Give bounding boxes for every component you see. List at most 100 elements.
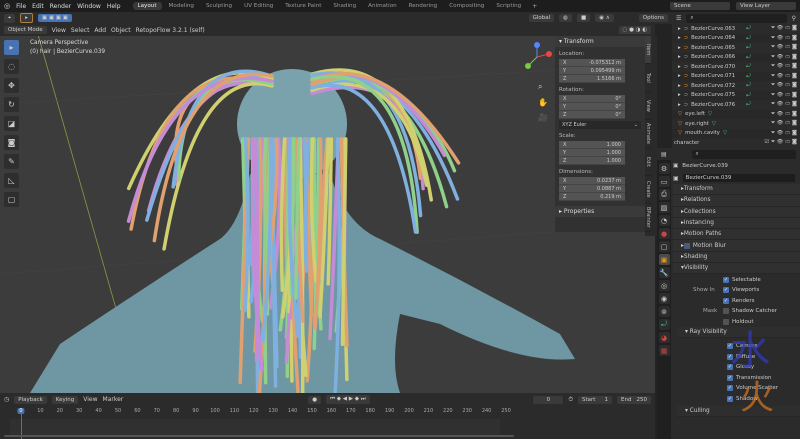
rotation-mode-select[interactable]: XYZ Euler ⌄ bbox=[559, 121, 641, 129]
visibility-icons[interactable]: ⏷ 👁 ▭ ◙ bbox=[771, 73, 797, 80]
particles-tab-icon[interactable]: ◎ bbox=[658, 280, 670, 291]
transform-tool-icon[interactable]: ◙ bbox=[4, 135, 19, 150]
pivot-icon[interactable]: ◍ bbox=[559, 14, 572, 22]
menu-help[interactable]: Help bbox=[107, 3, 121, 10]
menu-add[interactable]: Add bbox=[94, 27, 106, 34]
camera-view-icon[interactable]: 🎥 bbox=[538, 113, 548, 122]
blender-logo-icon[interactable]: ◎ bbox=[4, 2, 10, 10]
outliner-item[interactable]: ▸ ⊃ BezierCurve.065 ⤾ ⏷ 👁 ▭ ◙ bbox=[672, 43, 800, 53]
visibility-icons[interactable]: ⏷ 👁 ▭ ◙ bbox=[771, 35, 797, 42]
tab-animation[interactable]: Animation bbox=[363, 2, 402, 10]
dimensions-z-field[interactable]: Z 0.219 m bbox=[559, 193, 625, 201]
sidebar-tab-animate[interactable]: Animate bbox=[645, 120, 651, 148]
view-layer-selector[interactable]: View Layer bbox=[736, 2, 796, 10]
retopoflow-menu[interactable]: RetopoFlow 3.2.1 (self) bbox=[136, 27, 205, 34]
expand-icon[interactable]: ▸ bbox=[678, 92, 681, 98]
sidebar-tab-create[interactable]: Create bbox=[645, 176, 651, 204]
render-tab-icon[interactable]: ▭ bbox=[658, 176, 670, 187]
select-mode-buttons[interactable]: ▣ ▣ ▣ ▣ bbox=[37, 14, 72, 22]
menu-view[interactable]: View bbox=[52, 27, 66, 34]
material-tab-icon[interactable]: ◕ bbox=[658, 332, 670, 343]
tab-texture-paint[interactable]: Texture Paint bbox=[280, 2, 326, 10]
data-tab-icon[interactable]: ⤾ bbox=[658, 319, 670, 330]
expand-icon[interactable]: ▸ bbox=[678, 83, 681, 89]
rotate-tool-icon[interactable]: ↻ bbox=[4, 97, 19, 112]
tab-uv-editing[interactable]: UV Editing bbox=[239, 2, 278, 10]
tab-modeling[interactable]: Modeling bbox=[164, 2, 199, 10]
visibility-icons[interactable]: ⏷ 👁 ▭ ◙ bbox=[771, 120, 797, 127]
collection-tab-icon[interactable]: ▢ bbox=[658, 241, 670, 252]
current-frame-field[interactable]: 0 bbox=[533, 395, 564, 404]
playback-menu[interactable]: Playback bbox=[14, 395, 47, 404]
tab-rendering[interactable]: Rendering bbox=[404, 2, 443, 10]
navigation-gizmo[interactable] bbox=[522, 42, 552, 72]
tab-compositing[interactable]: Compositing bbox=[444, 2, 489, 10]
timeline-view-menu[interactable]: View bbox=[83, 396, 97, 403]
menu-select[interactable]: Select bbox=[71, 27, 90, 34]
section-instancing[interactable]: ▸ Instancing bbox=[673, 217, 800, 230]
expand-icon[interactable]: ▸ bbox=[678, 35, 681, 41]
sidebar-tab-item[interactable]: Item bbox=[645, 36, 651, 64]
cursor-tool-icon[interactable]: ◌ bbox=[4, 59, 19, 74]
visibility-icons[interactable]: ☑ ⏷ 👁 ▭ ◙ bbox=[764, 139, 797, 146]
outliner-search[interactable]: ⌕ bbox=[686, 13, 787, 23]
editor-type-icon[interactable]: ▤ bbox=[661, 151, 667, 158]
motion-blur-checkbox[interactable] bbox=[683, 242, 690, 249]
outliner-item[interactable]: ▸ ⊃ BezierCurve.076 ⤾ ⏷ 👁 ▭ ◙ bbox=[672, 100, 800, 110]
section-motion-paths[interactable]: ▸ Motion Paths bbox=[673, 229, 800, 241]
texture-tab-icon[interactable]: ▦ bbox=[658, 345, 670, 356]
scale-z-field[interactable]: Z 1.000 bbox=[559, 157, 625, 165]
object-name-field[interactable]: BezierCurve.039 bbox=[682, 174, 795, 182]
snap-icon[interactable]: ■ bbox=[576, 14, 591, 22]
viewports-checkbox[interactable]: Show In ✓ Viewports bbox=[693, 285, 800, 296]
zoom-icon[interactable]: ⌕ bbox=[538, 82, 548, 92]
renders-checkbox[interactable]: ✓ Renders bbox=[723, 295, 800, 306]
location-z-field[interactable]: Z 1.5166 m bbox=[559, 75, 625, 83]
sidebar-tab-bpainter[interactable]: BPainter bbox=[645, 204, 651, 232]
location-y-field[interactable]: Y 0.095499 m bbox=[559, 67, 625, 75]
select-tool-icon[interactable]: ▸ bbox=[20, 13, 33, 23]
expand-icon[interactable]: ▸ bbox=[678, 26, 681, 32]
output-tab-icon[interactable]: ⎙ bbox=[658, 189, 670, 200]
visibility-icons[interactable]: ⏷ 👁 ▭ ◙ bbox=[771, 44, 797, 51]
visibility-icons[interactable]: ⏷ 👁 ▭ ◙ bbox=[771, 92, 797, 99]
transform-header[interactable]: ▾ Transform bbox=[555, 36, 645, 47]
record-button[interactable]: ● bbox=[308, 395, 322, 404]
pan-hand-icon[interactable]: ✋ bbox=[538, 98, 548, 107]
visibility-icons[interactable]: ⏷ 👁 ▭ ◙ bbox=[771, 25, 797, 32]
world-tab-icon[interactable]: ● bbox=[658, 228, 670, 239]
display-mode-icon[interactable]: ☰ bbox=[676, 15, 681, 22]
timeline-track[interactable] bbox=[10, 419, 500, 435]
section-shading[interactable]: ▸ Shading bbox=[673, 251, 800, 264]
scale-tool-icon[interactable]: ◪ bbox=[4, 116, 19, 131]
transform-orientation[interactable]: Global bbox=[528, 14, 555, 22]
properties-header[interactable]: ▸ Properties bbox=[555, 206, 645, 217]
rotation-x-field[interactable]: X 0° bbox=[559, 95, 625, 103]
shadow-catcher-checkbox[interactable]: Mask Shadow Catcher bbox=[703, 306, 800, 317]
outliner-item[interactable]: ▸ ⊃ BezierCurve.071 ⤾ ⏷ 👁 ▭ ◙ bbox=[672, 72, 800, 82]
visibility-icons[interactable]: ⏷ 👁 ▭ ◙ bbox=[771, 54, 797, 61]
visibility-icons[interactable]: ⏷ 👁 ▭ ◙ bbox=[771, 101, 797, 108]
expand-icon[interactable]: ▸ bbox=[678, 73, 681, 79]
proportional-icon[interactable]: ◉ ∧ bbox=[595, 14, 614, 22]
tab-shading[interactable]: Shading bbox=[328, 2, 361, 10]
location-x-field[interactable]: X -0.075312 m bbox=[559, 59, 625, 67]
outliner-item[interactable]: ▸ ⊃ BezierCurve.063 ⤾ ⏷ 👁 ▭ ◙ bbox=[672, 24, 800, 34]
expand-icon[interactable]: ▸ bbox=[678, 45, 681, 51]
outliner-item[interactable]: ▸ ⊃ BezierCurve.075 ⤾ ⏷ 👁 ▭ ◙ bbox=[672, 91, 800, 101]
menu-window[interactable]: Window bbox=[77, 3, 101, 10]
move-tool-icon[interactable]: ✥ bbox=[4, 78, 19, 93]
start-frame-field[interactable]: Start 1 bbox=[578, 395, 612, 404]
rotation-y-field[interactable]: Y 0° bbox=[559, 103, 625, 111]
visibility-icons[interactable]: ⏷ 👁 ▭ ◙ bbox=[771, 130, 797, 137]
constraints-tab-icon[interactable]: ⊚ bbox=[658, 306, 670, 317]
outliner-item[interactable]: ▸ ⊃ BezierCurve.072 ⤾ ⏷ 👁 ▭ ◙ bbox=[672, 81, 800, 91]
outliner-item[interactable]: ▽ mouth.cavity ▽ ⏷ 👁 ▭ ◙ bbox=[672, 129, 800, 139]
filter-icon[interactable]: ⚲ bbox=[792, 15, 796, 22]
editor-type-icon[interactable]: ⌖ bbox=[4, 13, 16, 23]
sidebar-tab-tool[interactable]: Tool bbox=[645, 64, 651, 92]
shading-modes[interactable]: ◌ ● ◑ ◐ bbox=[618, 26, 651, 34]
scale-y-field[interactable]: Y 1.000 bbox=[559, 149, 625, 157]
object-tab-icon[interactable]: ▣ bbox=[658, 254, 670, 265]
tool-tab-icon[interactable]: ⚙ bbox=[658, 163, 670, 174]
